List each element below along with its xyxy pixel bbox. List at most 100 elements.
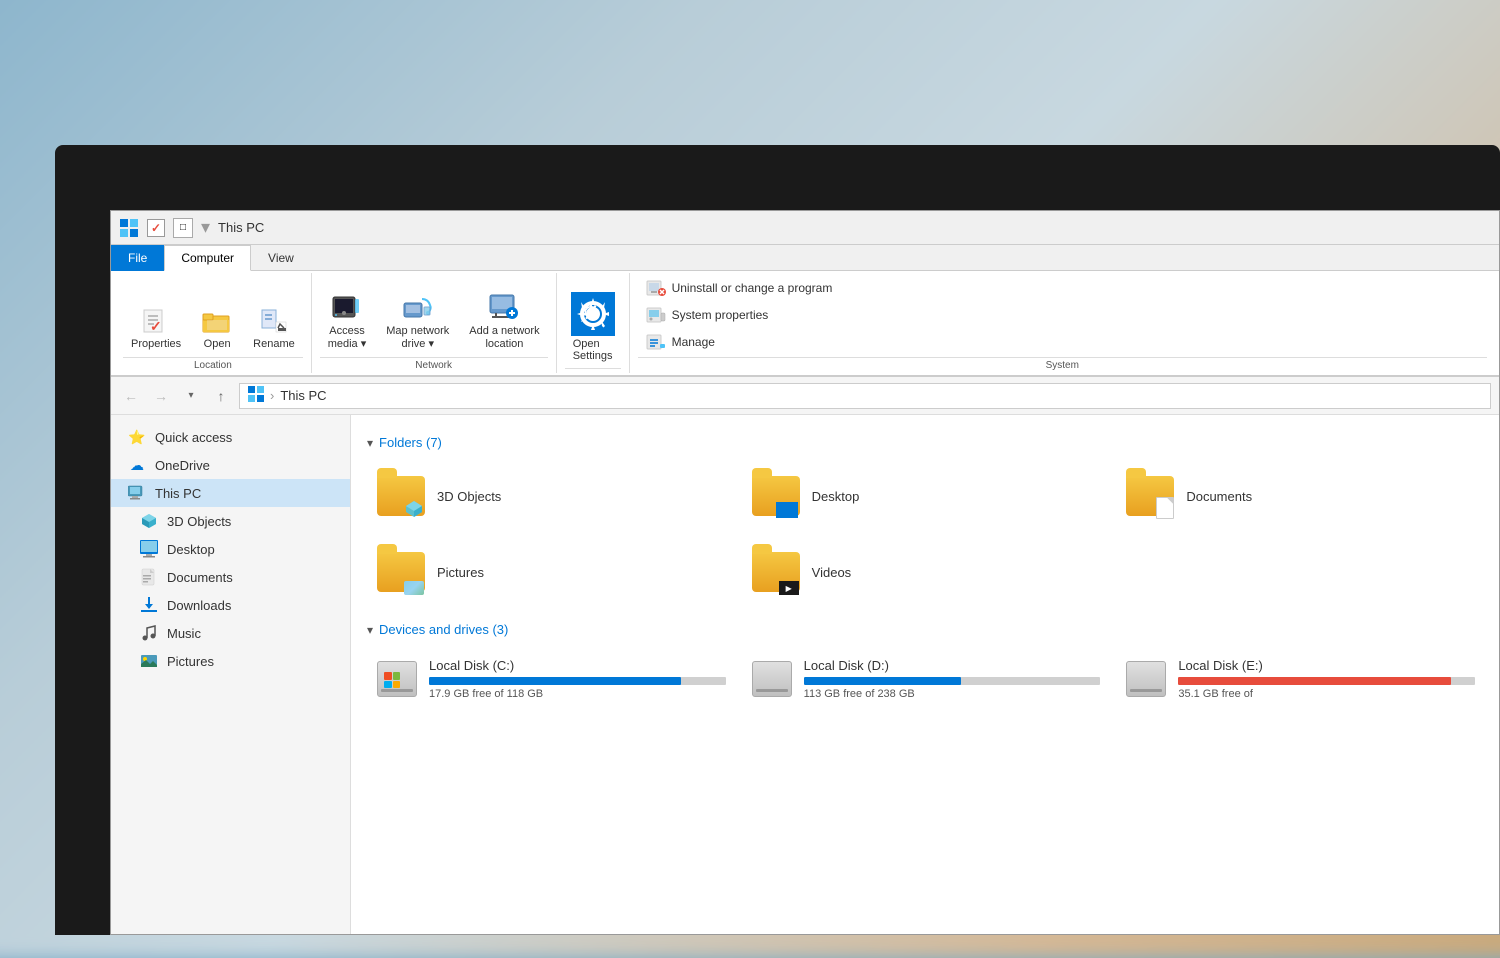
drive-free-c: 17.9 GB free of 118 GB xyxy=(429,688,726,700)
map-drive-button[interactable]: Map network drive ▾ xyxy=(378,287,457,355)
properties-icon: ✓ xyxy=(140,304,172,336)
up-button[interactable]: ↑ xyxy=(209,384,233,408)
folders-grid: 3D Objects Desktop Documents xyxy=(367,462,1483,606)
map-drive-icon xyxy=(402,291,434,323)
properties-button[interactable]: ✓ Properties xyxy=(123,300,189,355)
hdd-icon-e xyxy=(1126,661,1166,697)
access-media-button[interactable]: Access media ▾ xyxy=(320,287,375,355)
drives-grid: Local Disk (C:) 17.9 GB free of 118 GB L… xyxy=(367,649,1483,709)
tab-view[interactable]: View xyxy=(251,245,311,271)
svg-text:✓: ✓ xyxy=(150,318,162,334)
svg-text:⚙: ⚙ xyxy=(581,300,601,325)
folders-toggle[interactable]: ▾ xyxy=(367,436,373,450)
nav-bar: ← → ▾ ↑ › This PC xyxy=(111,377,1499,415)
drive-item-c[interactable]: Local Disk (C:) 17.9 GB free of 118 GB xyxy=(367,649,734,709)
recent-button[interactable]: ▾ xyxy=(179,384,203,408)
titlebar-checkbox[interactable]: ✓ xyxy=(147,219,165,237)
content-area: ▾ Folders (7) xyxy=(351,415,1499,934)
ribbon-content: ✓ Properties xyxy=(111,271,1499,376)
main-area: ⭐ Quick access ☁ OneDrive This P xyxy=(111,415,1499,934)
sidebar-item-this-pc[interactable]: This PC xyxy=(111,479,350,507)
sidebar-item-label-this-pc: This PC xyxy=(155,486,338,501)
desktop-overlay-icon xyxy=(776,502,798,518)
add-network-icon xyxy=(488,291,520,323)
folders-section-header: ▾ Folders (7) xyxy=(367,435,1483,450)
drives-section-title[interactable]: Devices and drives (3) xyxy=(379,622,508,637)
folder-label-3dobjects: 3D Objects xyxy=(437,489,501,504)
quick-access-icon: ⭐ xyxy=(127,427,147,447)
sidebar-item-label-onedrive: OneDrive xyxy=(155,458,338,473)
drive-info-d: Local Disk (D:) 113 GB free of 238 GB xyxy=(804,658,1101,700)
drive-item-e[interactable]: Local Disk (E:) 35.1 GB free of xyxy=(1116,649,1483,709)
network-group-label: Network xyxy=(320,357,548,371)
drive-free-d: 113 GB free of 238 GB xyxy=(804,688,1101,700)
sidebar: ⭐ Quick access ☁ OneDrive This P xyxy=(111,415,351,934)
add-network-button[interactable]: Add a network location xyxy=(461,287,547,355)
open-button[interactable]: Open xyxy=(193,300,241,355)
ribbon: File Computer View xyxy=(111,245,1499,377)
address-separator: › xyxy=(270,388,274,403)
add-network-label: Add a network location xyxy=(469,325,539,351)
onedrive-icon: ☁ xyxy=(127,455,147,475)
folder-icon-documents xyxy=(1124,470,1176,522)
ribbon-group-location: ✓ Properties xyxy=(115,273,312,373)
sidebar-item-downloads[interactable]: Downloads xyxy=(111,591,350,619)
drive-name-d: Local Disk (D:) xyxy=(804,658,1101,673)
tab-file[interactable]: File xyxy=(111,245,164,271)
folder-item-desktop[interactable]: Desktop xyxy=(742,462,1109,530)
drive-bar-fill-e xyxy=(1178,677,1451,685)
rename-label: Rename xyxy=(253,338,295,351)
drive-icon-c xyxy=(375,657,419,701)
tab-computer[interactable]: Computer xyxy=(164,245,251,271)
network-buttons: Access media ▾ xyxy=(320,275,548,355)
settings-buttons: ⚙ OpenSettings xyxy=(565,275,621,366)
pictures-icon xyxy=(139,651,159,671)
location-buttons: ✓ Properties xyxy=(123,275,303,355)
uninstall-button[interactable]: Uninstall or change a program xyxy=(638,275,841,301)
sidebar-item-label-quick-access: Quick access xyxy=(155,430,338,445)
manage-button[interactable]: Manage xyxy=(638,329,841,355)
sidebar-item-onedrive[interactable]: ☁ OneDrive xyxy=(111,451,350,479)
settings-group-label xyxy=(565,368,621,371)
settings-gear-icon: ⚙ xyxy=(571,292,615,336)
drive-name-e: Local Disk (E:) xyxy=(1178,658,1475,673)
open-settings-button[interactable]: ⚙ OpenSettings xyxy=(565,288,621,366)
rename-button[interactable]: Rename xyxy=(245,300,303,355)
folder-icon-videos xyxy=(750,546,802,598)
sidebar-item-quick-access[interactable]: ⭐ Quick access xyxy=(111,423,350,451)
address-pc-icon xyxy=(248,386,264,405)
drive-info-c: Local Disk (C:) 17.9 GB free of 118 GB xyxy=(429,658,726,700)
address-bar[interactable]: › This PC xyxy=(239,383,1491,409)
folder-item-videos[interactable]: Videos xyxy=(742,538,1109,606)
sidebar-item-label-music: Music xyxy=(167,626,338,641)
sidebar-item-documents[interactable]: Documents xyxy=(111,563,350,591)
drive-bar-e xyxy=(1178,677,1475,685)
window-title: This PC xyxy=(218,220,264,235)
system-properties-button[interactable]: System properties xyxy=(638,302,841,328)
hdd-icon-c xyxy=(377,661,417,697)
address-text: This PC xyxy=(280,388,326,403)
back-button[interactable]: ← xyxy=(119,384,143,408)
sidebar-item-desktop[interactable]: Desktop xyxy=(111,535,350,563)
3d-overlay-icon xyxy=(404,499,424,519)
sidebar-item-3dobjects[interactable]: 3D Objects xyxy=(111,507,350,535)
system-properties-label: System properties xyxy=(672,308,769,322)
folder-item-documents[interactable]: Documents xyxy=(1116,462,1483,530)
pictures-overlay-icon xyxy=(404,581,424,595)
drive-item-d[interactable]: Local Disk (D:) 113 GB free of 238 GB xyxy=(742,649,1109,709)
sidebar-item-pictures[interactable]: Pictures xyxy=(111,647,350,675)
titlebar-btn1[interactable]: □ xyxy=(173,218,193,238)
sidebar-item-music[interactable]: Music xyxy=(111,619,350,647)
drives-toggle[interactable]: ▾ xyxy=(367,623,373,637)
ribbon-group-system: Uninstall or change a program xyxy=(630,273,1495,373)
forward-button[interactable]: → xyxy=(149,384,173,408)
this-pc-icon xyxy=(127,483,147,503)
folder-item-pictures[interactable]: Pictures xyxy=(367,538,734,606)
rename-icon xyxy=(258,304,290,336)
folder-icon-pictures xyxy=(375,546,427,598)
system-buttons-col: Uninstall or change a program xyxy=(638,275,841,355)
drives-section-header: ▾ Devices and drives (3) xyxy=(367,622,1483,637)
folders-section-title[interactable]: Folders (7) xyxy=(379,435,442,450)
open-label: Open xyxy=(204,338,231,351)
folder-item-3dobjects[interactable]: 3D Objects xyxy=(367,462,734,530)
